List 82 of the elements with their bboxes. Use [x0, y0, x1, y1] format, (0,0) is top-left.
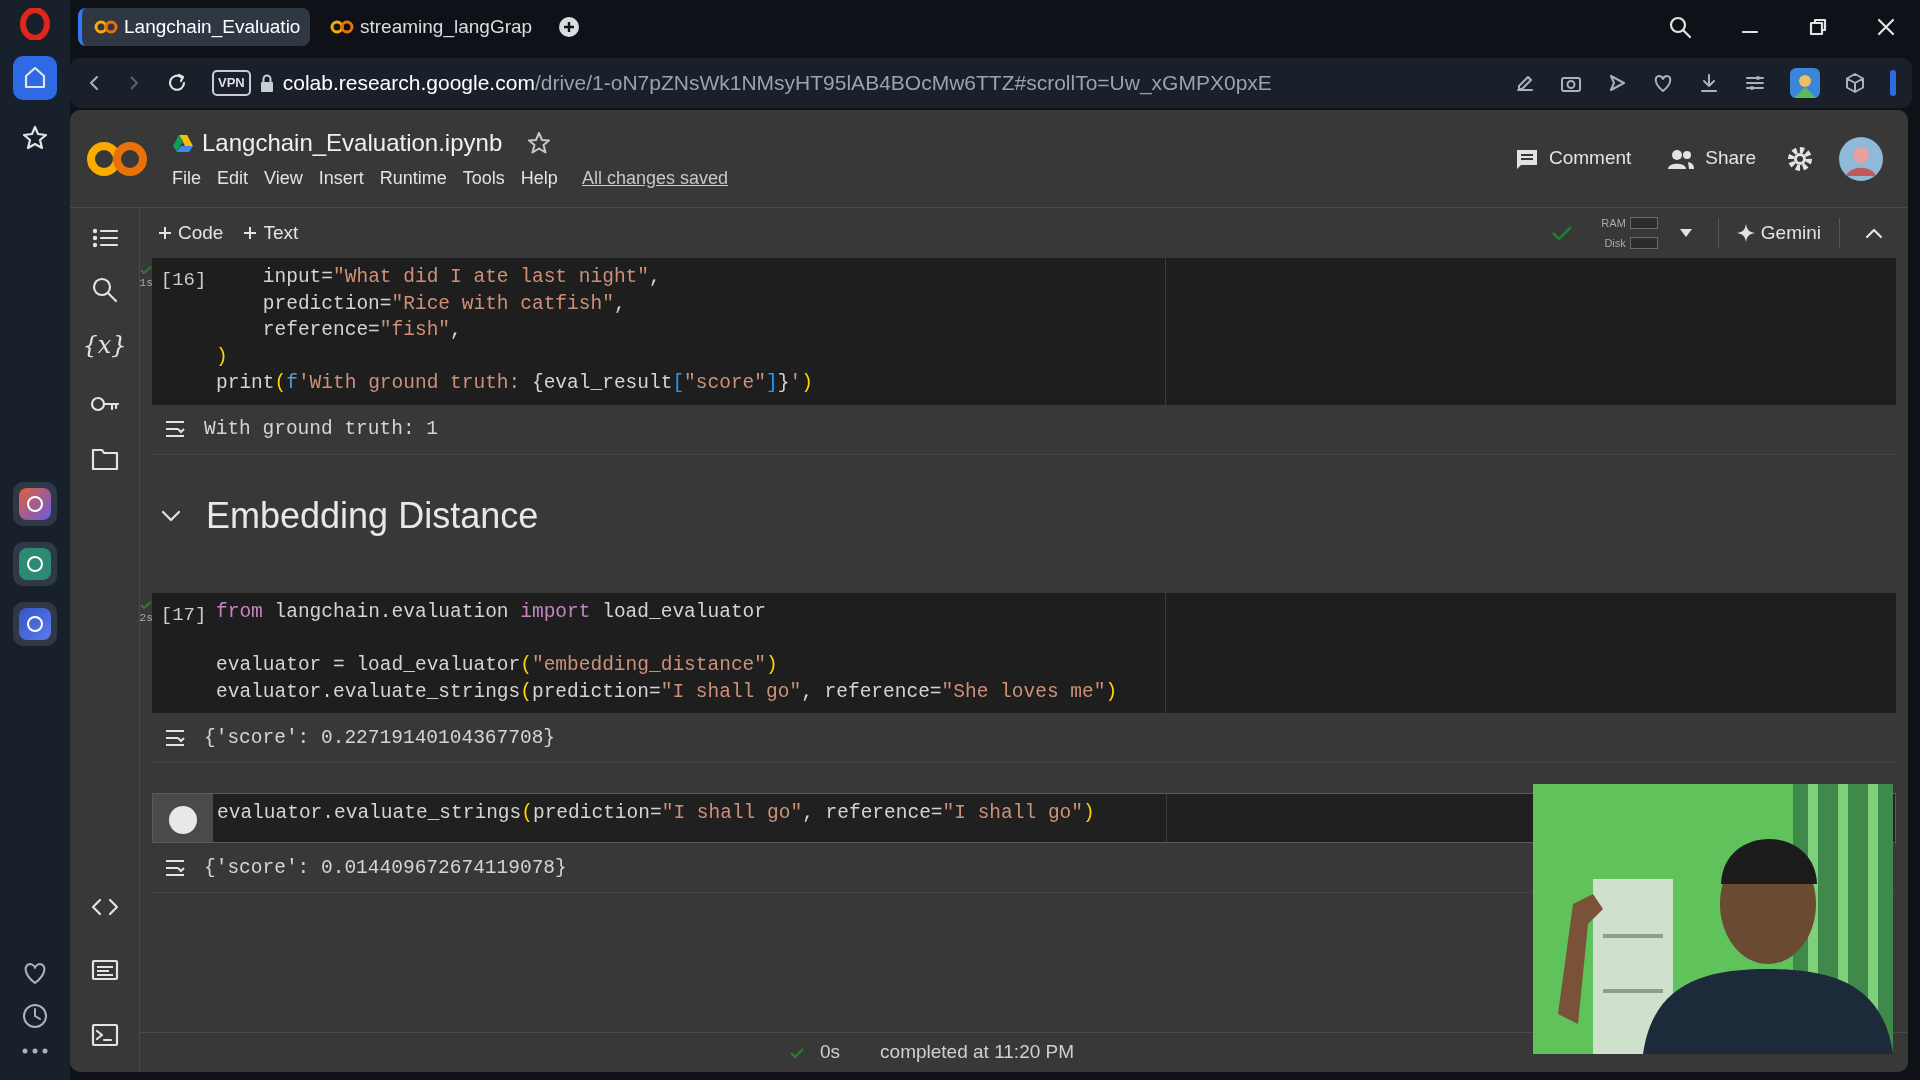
heart-icon[interactable] [1652, 72, 1674, 94]
execution-time: 2s [139, 610, 153, 626]
menu-item[interactable]: Tools [454, 165, 513, 192]
menu-item[interactable]: Runtime [371, 165, 455, 192]
status-message: completed at 11:20 PM [880, 1040, 1075, 1065]
code-line: reference="fish", [261, 318, 463, 344]
code-line: evaluator.evaluate_strings(prediction="I shall go", reference="I shall go") [216, 801, 1096, 827]
command-palette-icon[interactable] [90, 958, 119, 982]
download-icon[interactable] [1698, 72, 1720, 94]
code-icon[interactable] [90, 896, 119, 918]
caret-icon[interactable] [1677, 227, 1694, 239]
notebook-title[interactable]: Langchain_Evaluation.ipynb [202, 125, 503, 161]
sparkle-icon [1736, 224, 1755, 242]
opera-logo[interactable] [20, 8, 50, 40]
add-code-button[interactable]: Code [148, 214, 234, 252]
address-url[interactable]: colab.research.google.com/drive/1-oN7pZNsWk1NMsyHT95lAB4BOcMw6TTZ#scrollTo=Uw_xGMPX0pxE [282, 67, 1272, 99]
avatar-icon[interactable] [1838, 135, 1884, 182]
code-line: input="What did I ate last night", [261, 265, 662, 290]
browser-tab[interactable]: Langchain_Evaluatio [78, 8, 310, 46]
code-line: ) [215, 344, 229, 370]
more-icon[interactable] [21, 1046, 49, 1056]
section-heading: Embedding Distance [206, 493, 539, 538]
cell-output: With ground truth: 1 [204, 417, 439, 443]
share-button[interactable]: Share [1661, 143, 1762, 174]
code-line: print(f'With ground truth: {eval_result["score"]}') [215, 371, 814, 397]
star-icon[interactable] [526, 130, 553, 156]
colab-logo [94, 18, 118, 36]
app-icon[interactable] [13, 482, 57, 526]
resources-indicator[interactable]: RAM Disk [1597, 212, 1662, 254]
ram-usage-bar [1629, 216, 1658, 229]
menu-item[interactable]: Help [512, 165, 566, 192]
plus-icon [243, 226, 258, 240]
disk-usage-bar [1629, 237, 1658, 250]
close-icon[interactable] [1876, 17, 1896, 37]
execution-count: [16] [160, 268, 207, 293]
collapse-icon[interactable] [1864, 226, 1884, 240]
code-line: evaluator = load_evaluator("embedding_distance") [215, 653, 779, 679]
code-line: prediction="Rice with catfish", [261, 291, 627, 317]
clock-icon[interactable] [21, 1002, 49, 1030]
chevron-icon[interactable] [160, 508, 182, 523]
app-icon[interactable] [13, 602, 57, 646]
scroll-indicator-icon [1890, 70, 1896, 96]
cube-icon[interactable] [1844, 72, 1866, 94]
run-duration: 0s [820, 1040, 841, 1065]
search-icon[interactable] [1668, 15, 1692, 39]
colab-logo [330, 18, 354, 36]
search-icon[interactable] [90, 276, 119, 304]
run-button[interactable] [169, 806, 197, 835]
menu-item[interactable]: Edit [209, 165, 257, 192]
browser-tab[interactable]: streaming_langGrap [318, 8, 550, 46]
add-text-button[interactable]: Text [233, 214, 309, 252]
menu-item[interactable]: Insert [310, 165, 372, 192]
execution-count: [17] [160, 602, 207, 628]
folder-icon[interactable] [90, 446, 119, 472]
code-line: from langchain.evaluation import load_evaluator [215, 599, 767, 625]
reload-icon[interactable] [166, 72, 188, 94]
cell-output: {'score': 0.22719140104367708} [204, 725, 556, 751]
new-tab-icon[interactable] [558, 16, 580, 38]
lock-icon [258, 73, 275, 93]
comment-button[interactable]: Comment [1508, 143, 1638, 174]
execution-time: 1s [139, 276, 153, 291]
disk-label: Disk [1604, 236, 1626, 251]
menu-item[interactable]: View [256, 165, 311, 192]
gemini-button[interactable]: Gemini [1726, 214, 1831, 252]
key-icon[interactable] [89, 394, 120, 414]
plus-icon [158, 226, 172, 240]
comment-icon [1514, 147, 1539, 170]
home-button[interactable] [13, 56, 57, 100]
restore-icon[interactable] [1808, 17, 1828, 37]
app-icon[interactable] [13, 542, 57, 586]
variables-button[interactable]: {x} [79, 320, 130, 370]
terminal-icon[interactable] [90, 1022, 119, 1048]
cell-output: {'score': 0.014409672674119078} [204, 855, 567, 881]
drive-icon [172, 133, 194, 153]
menu-item[interactable]: File [164, 165, 209, 192]
settings-icon[interactable] [1786, 144, 1814, 173]
vpn-badge[interactable]: VPN [212, 70, 251, 96]
ram-label: RAM [1601, 215, 1626, 231]
extension-icon[interactable] [1790, 68, 1820, 98]
people-icon [1667, 147, 1696, 170]
save-status-link[interactable]: All changes saved [573, 165, 736, 192]
code-line: evaluator.evaluate_strings(prediction="I shall go", reference="She loves me") [215, 679, 1119, 705]
